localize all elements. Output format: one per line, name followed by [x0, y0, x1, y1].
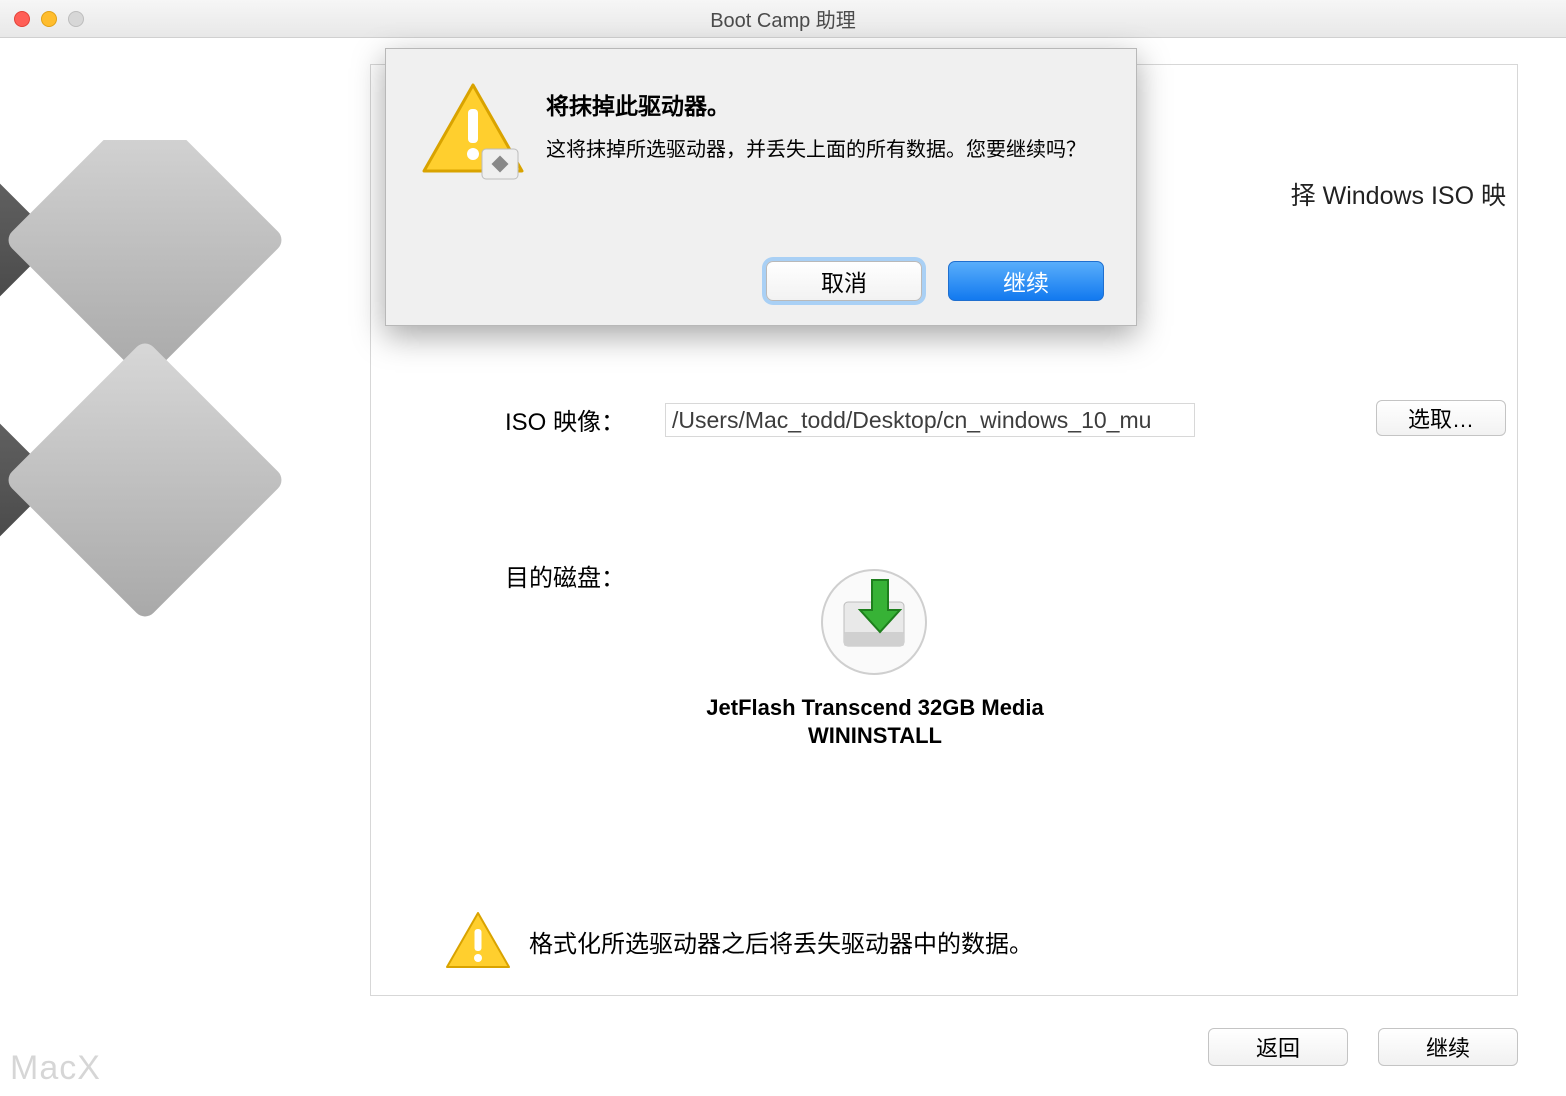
disk-name-line1: JetFlash Transcend 32GB Media: [680, 694, 1070, 722]
window-minimize-button[interactable]: [41, 11, 57, 27]
wizard-footer: 返回 继续: [1208, 1028, 1518, 1066]
iso-row: ISO 映像：: [505, 402, 1195, 437]
titlebar: Boot Camp 助理: [0, 0, 1566, 38]
destination-disk-name: JetFlash Transcend 32GB Media WININSTALL: [680, 694, 1070, 749]
iso-label: ISO 映像：: [505, 402, 625, 437]
iso-path-input[interactable]: [665, 403, 1195, 437]
watermark: MacX: [10, 1049, 101, 1088]
format-warning-text: 格式化所选驱动器之后将丢失驱动器中的数据。: [529, 924, 1033, 959]
page-heading-fragment: 择 Windows ISO 映: [1291, 176, 1506, 212]
back-button[interactable]: 返回: [1208, 1028, 1348, 1066]
dialog-title: 将抹掉此驱动器。: [546, 87, 1098, 121]
choose-iso-button[interactable]: 选取…: [1376, 400, 1506, 436]
erase-confirm-dialog: 将抹掉此驱动器。 这将抹掉所选驱动器，并丢失上面的所有数据。您要继续吗？ 取消 …: [385, 48, 1137, 326]
dialog-cancel-button[interactable]: 取消: [766, 261, 922, 301]
window-title: Boot Camp 助理: [710, 4, 856, 33]
warning-icon: [445, 911, 511, 971]
bootcamp-logo-icon: [0, 140, 295, 760]
disk-name-line2: WININSTALL: [680, 722, 1070, 750]
continue-button[interactable]: 继续: [1378, 1028, 1518, 1066]
dialog-message: 这将抹掉所选驱动器，并丢失上面的所有数据。您要继续吗？: [546, 135, 1098, 166]
window-close-button[interactable]: [14, 11, 30, 27]
traffic-lights: [14, 11, 84, 27]
destination-disk-icon[interactable]: [820, 568, 928, 676]
destination-disk-label: 目的磁盘：: [505, 558, 625, 593]
alert-warning-icon: [418, 79, 528, 189]
window-zoom-button: [68, 11, 84, 27]
dialog-continue-button[interactable]: 继续: [948, 261, 1104, 301]
format-warning-row: 格式化所选驱动器之后将丢失驱动器中的数据。: [445, 911, 1033, 971]
